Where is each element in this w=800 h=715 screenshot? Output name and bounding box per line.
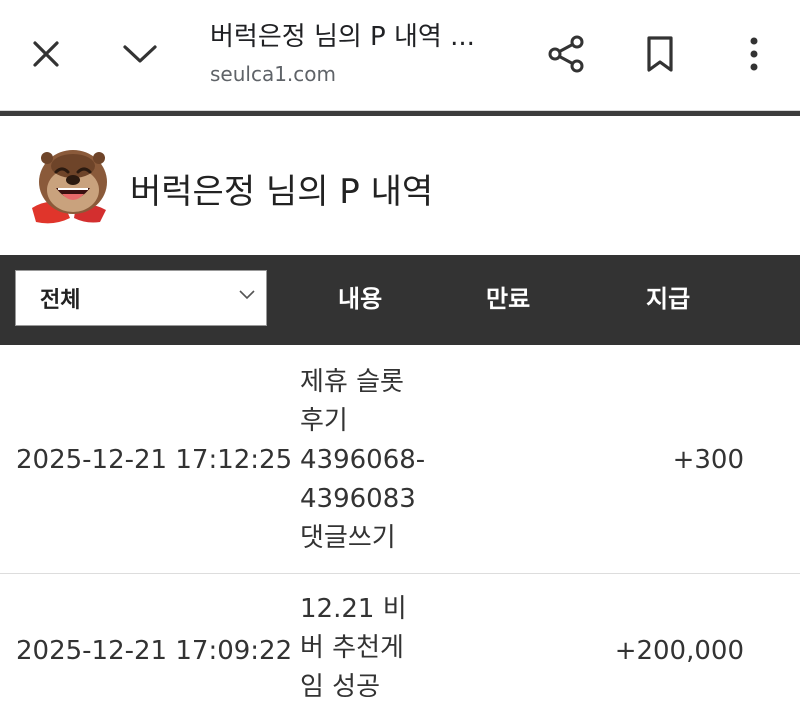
row-content-line: 12.21 비 (300, 594, 407, 624)
chevron-down-icon (239, 290, 255, 300)
table-row: 2025-12-21 17:09:22 12.21 비 버 추천게 임 성공 +… (0, 574, 800, 714)
row-content-line: 버 추천게 (300, 633, 404, 663)
row-content: 제휴 슬롯 후기 4396068- 4396083 댓글쓰기 (300, 363, 440, 558)
row-amount: +200,000 (614, 636, 744, 666)
share-button[interactable] (538, 26, 594, 82)
row-content-line: 임 성공 (300, 672, 381, 702)
page-title: 버럭은정 님의 P 내역 ... (210, 22, 475, 52)
bookmark-button[interactable] (632, 26, 688, 82)
row-content-line: 후기 (300, 406, 348, 436)
close-icon (33, 41, 59, 67)
column-header-pay: 지급 (646, 285, 691, 313)
row-content-line: 4396083 (300, 484, 416, 514)
share-icon (548, 35, 584, 73)
row-content-line: 제휴 슬롯 (300, 367, 404, 397)
profile-title: 버럭은정 님의 P 내역 (130, 172, 434, 212)
page-url: seulca1.com (210, 62, 337, 86)
row-date: 2025-12-21 17:12:25 (16, 445, 293, 475)
chevron-down-icon (123, 45, 157, 63)
browser-top-bar: 버럭은정 님의 P 내역 ... seulca1.com (0, 0, 800, 111)
column-header-content: 내용 (338, 285, 383, 313)
row-amount: +300 (672, 445, 744, 475)
close-button[interactable] (18, 26, 74, 82)
otter-mascot-icon (32, 150, 107, 224)
table-row: 2025-12-21 17:12:25 제휴 슬롯 후기 4396068- 43… (0, 345, 800, 574)
bookmark-icon (647, 36, 673, 72)
row-date: 2025-12-21 17:09:22 (16, 636, 293, 666)
profile-section: 버럭은정 님의 P 내역 (0, 116, 800, 255)
filter-select[interactable]: 전체 (15, 270, 267, 326)
page-title-area: 버럭은정 님의 P 내역 ... seulca1.com (210, 18, 520, 88)
collapse-button[interactable] (112, 26, 168, 82)
row-content-line: 댓글쓰기 (300, 523, 396, 553)
table-header: 전체 내용 만료 지급 (0, 255, 800, 345)
more-options-button[interactable] (726, 26, 782, 82)
row-content: 12.21 비 버 추천게 임 성공 (300, 590, 440, 707)
row-content-line: 4396068- (300, 445, 426, 475)
more-vert-icon (750, 37, 758, 71)
avatar (30, 144, 116, 230)
column-header-expire: 만료 (486, 285, 531, 313)
filter-selected-value: 전체 (40, 288, 81, 313)
